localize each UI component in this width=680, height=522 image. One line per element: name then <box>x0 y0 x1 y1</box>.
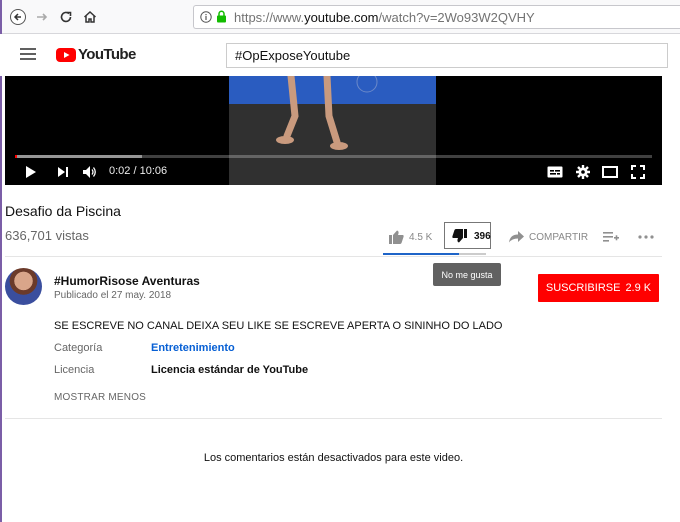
theater-mode-icon <box>602 166 618 178</box>
view-count: 636,701 vistas <box>5 228 89 243</box>
share-button[interactable]: COMPARTIR <box>509 228 588 246</box>
next-button[interactable] <box>54 164 72 180</box>
browser-toolbar: https://www.youtube.com/watch?v=2Wo93W2Q… <box>0 0 680 522</box>
subscribe-label: SUSCRIBIRSE <box>545 282 621 294</box>
channel-avatar[interactable] <box>5 268 42 305</box>
progress-played <box>15 155 17 158</box>
back-arrow-icon <box>10 9 26 25</box>
play-icon <box>26 166 36 178</box>
subscribe-button[interactable]: SUSCRIBIRSE 2.9 K <box>538 274 659 302</box>
youtube-play-logo-icon <box>56 47 76 62</box>
volume-button[interactable] <box>81 164 99 180</box>
subscriber-count: 2.9 K <box>625 282 652 294</box>
divider-top <box>5 256 662 257</box>
back-button[interactable] <box>8 7 28 27</box>
reload-icon <box>60 11 72 23</box>
home-button[interactable] <box>80 7 100 27</box>
share-arrow-icon <box>509 231 524 243</box>
hamburger-menu-icon[interactable] <box>20 48 36 60</box>
url-text: https://www.youtube.com/watch?v=2Wo93W2Q… <box>234 10 535 25</box>
fullscreen-icon <box>631 165 645 179</box>
info-icon[interactable] <box>200 11 212 23</box>
volume-icon <box>83 166 96 178</box>
license-label: Licencia <box>54 364 95 376</box>
license-value: Licencia estándar de YouTube <box>151 364 309 376</box>
dislike-tooltip: No me gusta <box>433 263 501 286</box>
progress-loaded <box>15 155 143 158</box>
more-actions-button[interactable] <box>638 228 654 246</box>
like-count: 4.5 K <box>409 231 433 243</box>
skip-next-icon <box>58 167 68 177</box>
video-player[interactable]: 0:02 / 10:06 <box>5 76 662 185</box>
theater-mode-button[interactable] <box>601 164 619 180</box>
thumbs-down-icon <box>452 229 467 243</box>
video-frame <box>229 76 436 185</box>
reload-button[interactable] <box>56 7 76 27</box>
publish-date: Publicado el 27 may. 2018 <box>54 290 172 301</box>
forward-button[interactable] <box>32 7 52 27</box>
divider-bottom <box>5 418 662 419</box>
video-title: Desafio da Piscina <box>5 203 121 219</box>
forward-arrow-icon <box>37 13 48 21</box>
subtitles-button[interactable] <box>546 164 564 180</box>
add-to-playlist-button[interactable] <box>603 228 619 246</box>
youtube-logo[interactable]: YouTube <box>56 46 136 63</box>
play-button[interactable] <box>22 164 40 180</box>
home-icon <box>83 10 97 23</box>
settings-button[interactable] <box>574 164 592 180</box>
sentiment-bar <box>383 253 486 255</box>
dislike-button[interactable]: 396 <box>444 222 491 249</box>
address-bar[interactable]: https://www.youtube.com/watch?v=2Wo93W2Q… <box>193 5 680 29</box>
show-less-button[interactable]: MOSTRAR MENOS <box>54 392 146 403</box>
playlist-add-icon <box>603 232 619 242</box>
category-link[interactable]: Entretenimiento <box>151 342 235 354</box>
channel-name[interactable]: #HumorRisose Aventuras <box>54 274 200 288</box>
time-display: 0:02 / 10:06 <box>109 165 168 177</box>
gear-icon <box>576 165 590 179</box>
lock-icon <box>217 10 226 23</box>
sentiment-like-fill <box>383 253 460 255</box>
video-description: SE ESCREVE NO CANAL DEIXA SEU LIKE SE ES… <box>54 320 503 332</box>
share-label: COMPARTIR <box>529 231 589 243</box>
like-button[interactable]: 4.5 K <box>389 228 432 246</box>
subtitles-icon <box>547 166 563 178</box>
window-edge <box>0 0 2 522</box>
thumbs-up-icon <box>389 230 404 244</box>
dislike-count: 396 <box>474 231 491 242</box>
youtube-logo-text: YouTube <box>78 46 136 63</box>
more-horizontal-icon <box>638 235 654 239</box>
search-input[interactable]: #OpExposeYoutube <box>226 43 668 68</box>
progress-bar[interactable] <box>15 155 652 158</box>
video-scene-image <box>229 76 436 185</box>
comments-disabled-message: Los comentarios están desactivados para … <box>203 452 464 464</box>
search-query-text: #OpExposeYoutube <box>235 48 351 63</box>
category-label: Categoría <box>54 342 103 354</box>
fullscreen-button[interactable] <box>629 164 647 180</box>
